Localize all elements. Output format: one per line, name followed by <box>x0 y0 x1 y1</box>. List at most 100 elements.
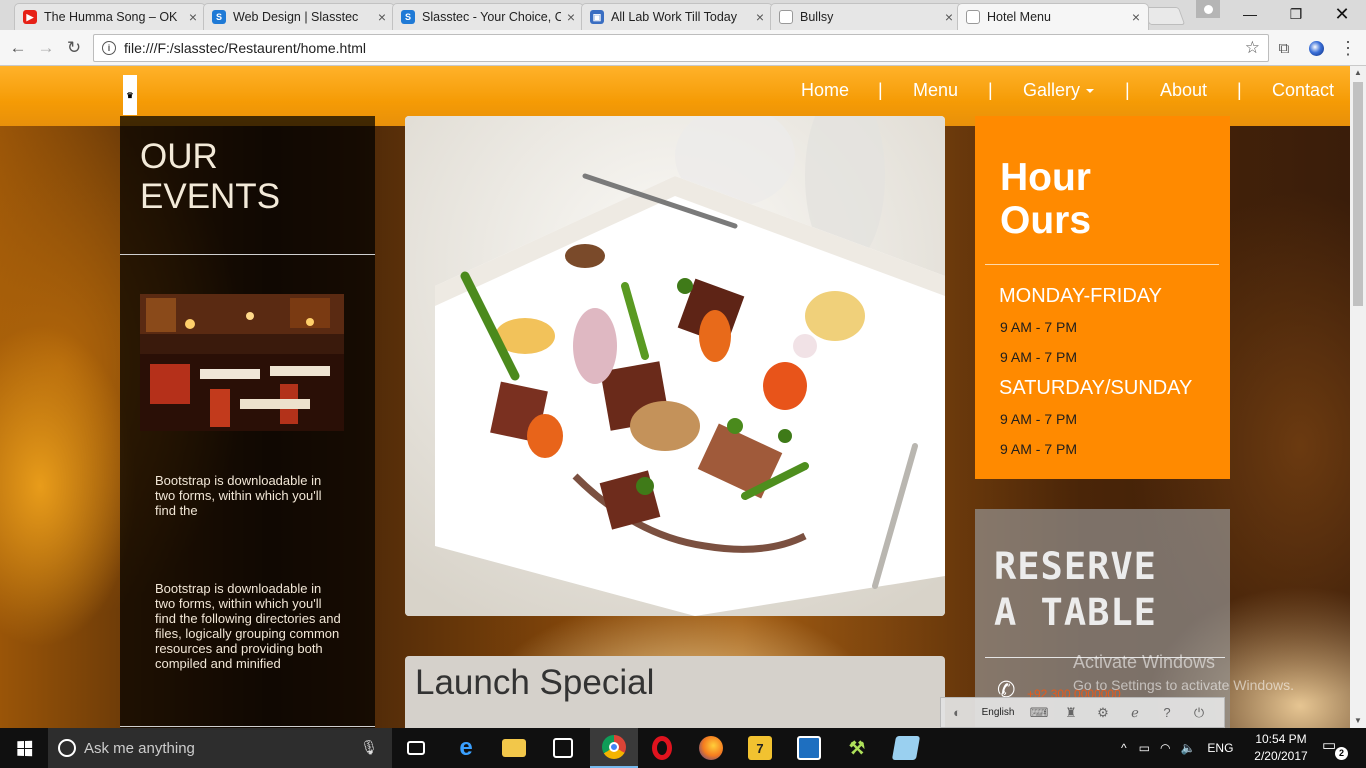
show-hidden-icons[interactable]: ^ <box>1121 741 1127 755</box>
tab-hotel-menu[interactable]: Hotel Menu × <box>957 3 1149 30</box>
store-icon[interactable] <box>539 728 587 768</box>
windows-logo-icon <box>16 740 32 756</box>
close-tab-icon[interactable]: × <box>567 9 575 25</box>
tools-icon[interactable]: ⚒ <box>833 728 881 768</box>
start-button[interactable] <box>0 728 48 768</box>
nav-menu[interactable]: Menu <box>913 80 958 101</box>
keyboard-icon[interactable]: ⌨ <box>1023 705 1055 721</box>
volume-icon[interactable]: 🔈 <box>1180 741 1195 755</box>
address-bar[interactable]: i file:///F:/slasstec/Restaurent/home.ht… <box>93 34 1269 62</box>
tab-title: The Humma Song – OK <box>44 10 178 24</box>
tab-web-design[interactable]: S Web Design | Slasstec × <box>203 3 395 30</box>
new-tab-button[interactable] <box>1142 7 1186 25</box>
divider <box>985 264 1219 265</box>
weekday-label: MONDAY-FRIDAY <box>999 285 1162 307</box>
tab-title: Slasstec - Your Choice, O <box>422 10 561 24</box>
carousel-indicator[interactable] <box>685 588 696 599</box>
reserve-heading-line1: RESERVE <box>994 545 1157 588</box>
nav-home[interactable]: Home <box>801 80 849 101</box>
help-icon[interactable]: ? <box>1151 705 1183 720</box>
microphone-icon[interactable]: 🎙 <box>360 739 378 756</box>
battery-icon[interactable]: ▭ <box>1139 741 1150 755</box>
close-tab-icon[interactable]: × <box>1132 9 1140 25</box>
browser-tab-strip: ▶ The Humma Song – OK × S Web Design | S… <box>0 0 1366 30</box>
cast-icon[interactable]: ⧉ <box>1274 38 1294 58</box>
cortana-icon <box>58 739 76 757</box>
app-window-icon[interactable] <box>785 728 833 768</box>
ime-icon[interactable]: ◐ <box>941 705 973 720</box>
chrome-icon[interactable] <box>590 728 638 768</box>
wifi-icon[interactable]: ◠ <box>1160 741 1170 755</box>
activate-windows-watermark: Activate Windows Go to Settings to activ… <box>1073 652 1294 693</box>
slasstec-icon: S <box>401 10 415 24</box>
watermark-subtitle: Go to Settings to activate Windows. <box>1073 677 1294 693</box>
forward-icon[interactable]: → <box>36 38 56 58</box>
page-scrollbar[interactable]: ▲ ▼ <box>1350 66 1366 728</box>
minimize-icon[interactable]: — <box>1227 0 1273 28</box>
extension-icon[interactable] <box>1306 38 1326 58</box>
carousel-indicator[interactable] <box>669 588 680 599</box>
chrome-menu-icon[interactable]: ⋮ <box>1338 38 1358 58</box>
hours-heading-line1: Hour <box>1000 156 1091 199</box>
notes-icon[interactable] <box>882 728 930 768</box>
scroll-up-icon[interactable]: ▲ <box>1350 66 1366 80</box>
scrollbar-thumb[interactable] <box>1353 82 1363 306</box>
close-tab-icon[interactable]: × <box>378 9 386 25</box>
youtube-icon: ▶ <box>23 10 37 24</box>
firefox-icon[interactable] <box>687 728 735 768</box>
task-view-icon[interactable] <box>392 728 440 768</box>
settings-icon[interactable]: ⚙ <box>1087 705 1119 721</box>
tab-humma-song[interactable]: ▶ The Humma Song – OK × <box>14 3 206 30</box>
tab-slasstec[interactable]: S Slasstec - Your Choice, O × <box>392 3 584 30</box>
tab-lab-work[interactable]: ▣ All Lab Work Till Today × <box>581 3 773 30</box>
bookmark-star-icon[interactable]: ☆ <box>1245 38 1260 58</box>
close-tab-icon[interactable]: × <box>189 9 197 25</box>
edge-icon[interactable]: e <box>442 728 490 768</box>
close-tab-icon[interactable]: × <box>756 9 764 25</box>
events-heading: OUR EVENTS <box>140 137 280 217</box>
tab-bullsy[interactable]: Bullsy × <box>770 3 962 30</box>
events-heading-line1: OUR <box>140 137 218 176</box>
launch-special-panel: Launch Special <box>405 656 945 728</box>
profile-icon[interactable] <box>1196 0 1220 18</box>
events-text-short: Bootstrap is downloadable in two forms, … <box>155 473 322 518</box>
site-logo[interactable]: ♛ <box>123 75 137 115</box>
input-language[interactable]: ENG <box>1207 741 1233 755</box>
close-tab-icon[interactable]: × <box>945 9 953 25</box>
power-icon[interactable]: ⏻ <box>1183 705 1215 721</box>
events-panel: OUR EVENTS Bootstrap is downloadable in … <box>120 116 375 728</box>
info-icon[interactable]: i <box>102 41 116 55</box>
nav-gallery[interactable]: Gallery <box>1023 80 1095 101</box>
restaurant-interior-image <box>140 294 344 431</box>
nav-separator: | <box>988 80 993 100</box>
app-7-icon[interactable]: 7 <box>736 728 784 768</box>
ie-icon[interactable]: ℯ <box>1119 705 1151 721</box>
close-window-icon[interactable]: ✕ <box>1319 0 1365 28</box>
launch-special-heading: Launch Special <box>415 663 655 702</box>
nav-about[interactable]: About <box>1160 80 1207 101</box>
language-label[interactable]: English <box>973 707 1023 718</box>
watermark-title: Activate Windows <box>1073 652 1216 672</box>
divider <box>120 726 375 727</box>
file-explorer-icon[interactable] <box>490 728 538 768</box>
action-center-icon[interactable]: ▭ 2 <box>1322 736 1348 760</box>
maximize-icon[interactable]: ❐ <box>1273 0 1319 28</box>
nav-contact[interactable]: Contact <box>1272 80 1334 101</box>
opera-icon[interactable] <box>638 728 686 768</box>
reload-icon[interactable]: ↻ <box>64 38 84 58</box>
carousel-indicator[interactable] <box>653 588 664 599</box>
tab-title: Hotel Menu <box>987 10 1051 24</box>
chess-icon[interactable]: ♜ <box>1055 705 1087 721</box>
scroll-down-icon[interactable]: ▼ <box>1350 714 1366 728</box>
page-icon <box>966 10 980 24</box>
clock[interactable]: 10:54 PM 2/20/2017 <box>1251 731 1311 765</box>
food-carousel[interactable] <box>405 116 945 616</box>
contacts-icon: ▣ <box>590 10 604 24</box>
hours-heading: Hour Ours <box>1000 156 1091 242</box>
tab-title: Web Design | Slasstec <box>233 10 359 24</box>
cortana-search-box[interactable]: Ask me anything 🎙 <box>48 728 392 768</box>
back-icon[interactable]: ← <box>8 38 28 58</box>
reserve-heading-line2: A TABLE <box>994 591 1157 634</box>
page-icon <box>779 10 793 24</box>
language-bar: ◐ English ⌨ ♜ ⚙ ℯ ? ⏻ <box>940 697 1225 728</box>
